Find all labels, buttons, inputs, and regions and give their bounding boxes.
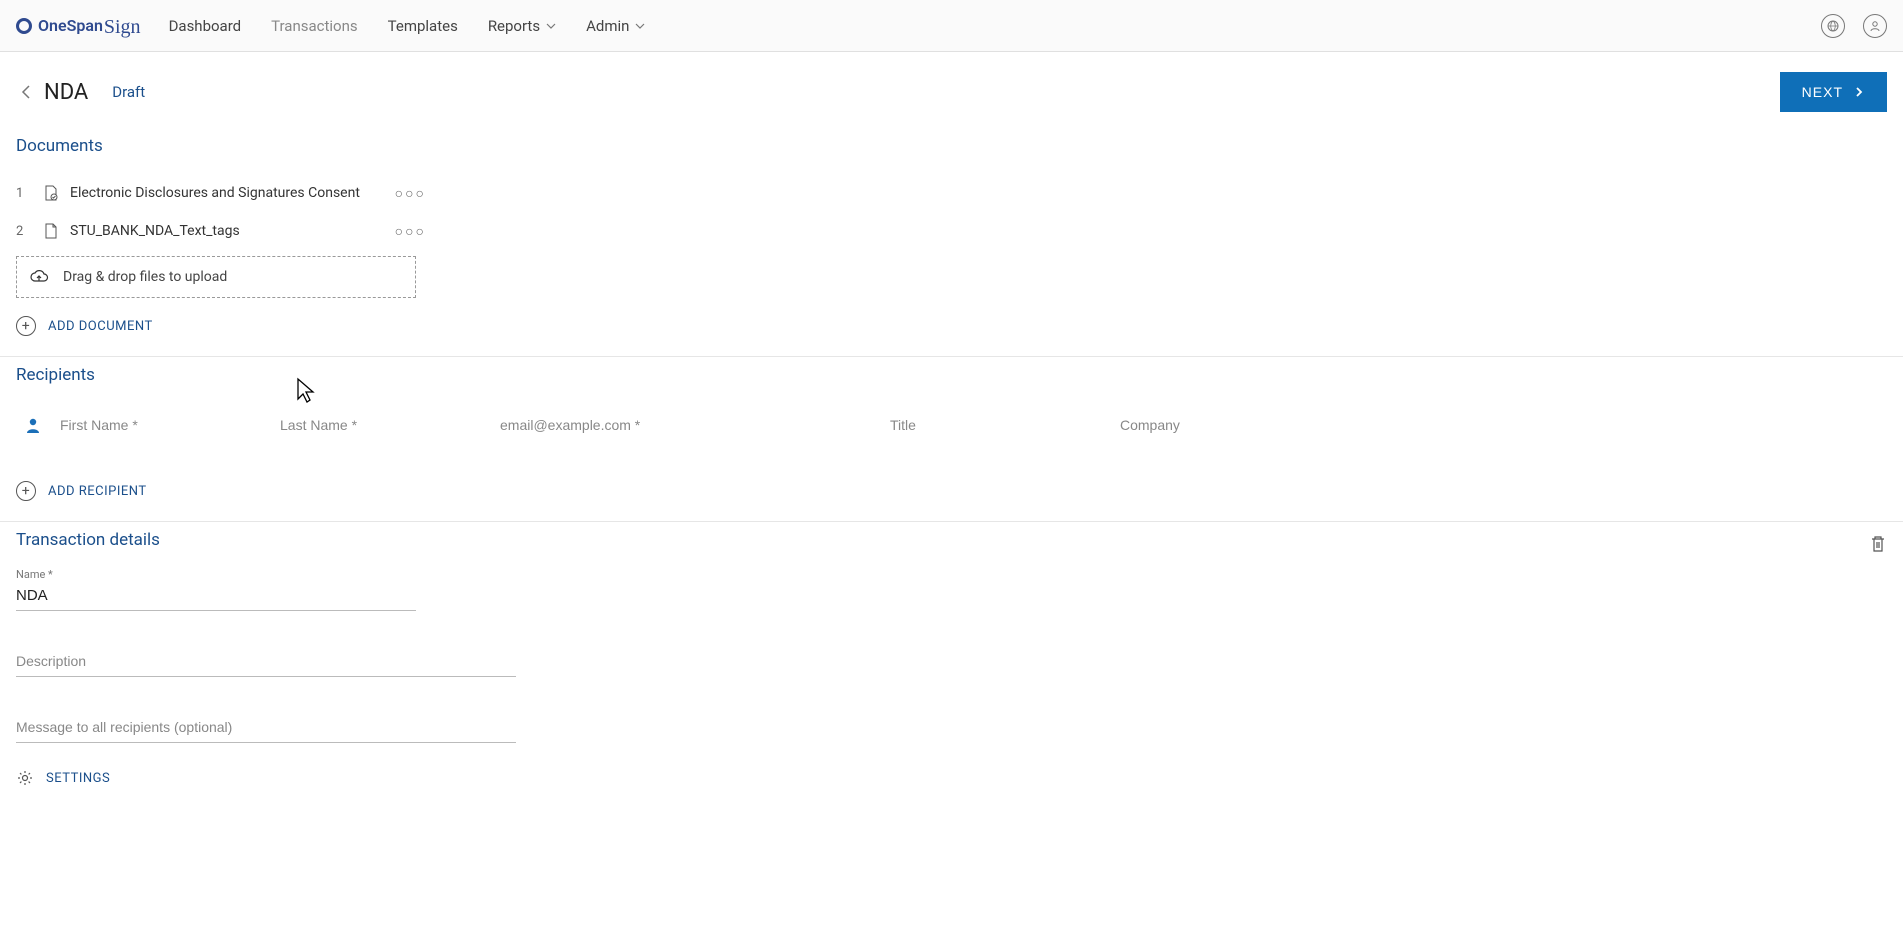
globe-icon: [1827, 20, 1839, 32]
name-label: Name *: [16, 568, 1887, 581]
dropzone-label: Drag & drop files to upload: [63, 269, 227, 285]
gear-icon: [16, 769, 34, 787]
nav-reports[interactable]: Reports: [488, 17, 556, 35]
upload-dropzone[interactable]: Drag & drop files to upload: [16, 256, 416, 298]
transaction-name-input[interactable]: [16, 581, 416, 611]
nav-templates[interactable]: Templates: [388, 17, 458, 35]
chevron-down-icon: [546, 21, 556, 31]
first-name-input[interactable]: [60, 413, 280, 437]
recipients-title: Recipients: [16, 365, 1887, 385]
plus-icon: +: [16, 316, 36, 336]
nav-dashboard[interactable]: Dashboard: [169, 17, 242, 35]
add-document-button[interactable]: + ADD DOCUMENT: [16, 316, 1887, 336]
document-icon: [42, 222, 60, 240]
user-menu[interactable]: [1863, 14, 1887, 38]
transaction-details-section: Transaction details Name * SETTINGS: [0, 522, 1903, 807]
document-consent-icon: [42, 184, 60, 202]
chevron-right-icon: [1853, 86, 1865, 98]
description-input[interactable]: [16, 647, 516, 677]
details-title: Transaction details: [16, 530, 160, 550]
nav-admin[interactable]: Admin: [586, 17, 645, 35]
message-input[interactable]: [16, 713, 516, 743]
primary-nav: Dashboard Transactions Templates Reports…: [169, 17, 646, 35]
document-index: 2: [16, 224, 32, 239]
company-input[interactable]: [1120, 413, 1320, 437]
add-document-label: ADD DOCUMENT: [48, 319, 153, 334]
title-input[interactable]: [890, 413, 1120, 437]
back-icon[interactable]: [16, 82, 36, 102]
document-more-icon[interactable]: ○○○: [395, 223, 426, 240]
last-name-input[interactable]: [280, 413, 500, 437]
nav-transactions[interactable]: Transactions: [271, 17, 358, 35]
document-row[interactable]: 1 Electronic Disclosures and Signatures …: [16, 174, 426, 212]
nav-admin-label: Admin: [586, 17, 629, 35]
page-title: NDA: [44, 80, 88, 105]
user-icon: [1869, 20, 1881, 32]
brand-name: OneSpan: [38, 16, 103, 35]
add-recipient-button[interactable]: + ADD RECIPIENT: [16, 481, 1887, 501]
cloud-upload-icon: [29, 269, 49, 285]
document-row[interactable]: 2 STU_BANK_NDA_Text_tags ○○○: [16, 212, 426, 250]
document-index: 1: [16, 186, 32, 201]
settings-label: SETTINGS: [46, 771, 110, 786]
logo-mark-icon: [16, 18, 32, 34]
brand-logo[interactable]: OneSpan Sign: [16, 14, 141, 37]
add-recipient-label: ADD RECIPIENT: [48, 484, 147, 499]
nav-reports-label: Reports: [488, 17, 540, 35]
recipient-row: [16, 403, 1887, 463]
document-name: STU_BANK_NDA_Text_tags: [70, 223, 395, 239]
document-name: Electronic Disclosures and Signatures Co…: [70, 185, 395, 201]
documents-title: Documents: [16, 136, 1887, 156]
settings-button[interactable]: SETTINGS: [16, 769, 1887, 787]
plus-icon: +: [16, 481, 36, 501]
person-icon: [24, 416, 42, 434]
status-badge: Draft: [112, 83, 145, 101]
help-icon[interactable]: [1821, 14, 1845, 38]
top-nav-bar: OneSpan Sign Dashboard Transactions Temp…: [0, 0, 1903, 52]
brand-suffix: Sign: [104, 16, 141, 39]
page-header: NDA Draft NEXT: [0, 52, 1903, 128]
recipients-section: Recipients + ADD RECIPIENT: [0, 357, 1903, 522]
document-more-icon[interactable]: ○○○: [395, 185, 426, 202]
chevron-down-icon: [635, 21, 645, 31]
documents-section: Documents 1 Electronic Disclosures and S…: [0, 128, 1903, 357]
next-button[interactable]: NEXT: [1780, 72, 1887, 112]
trash-icon[interactable]: [1869, 534, 1887, 554]
email-input[interactable]: [500, 413, 890, 437]
next-label: NEXT: [1802, 84, 1843, 100]
